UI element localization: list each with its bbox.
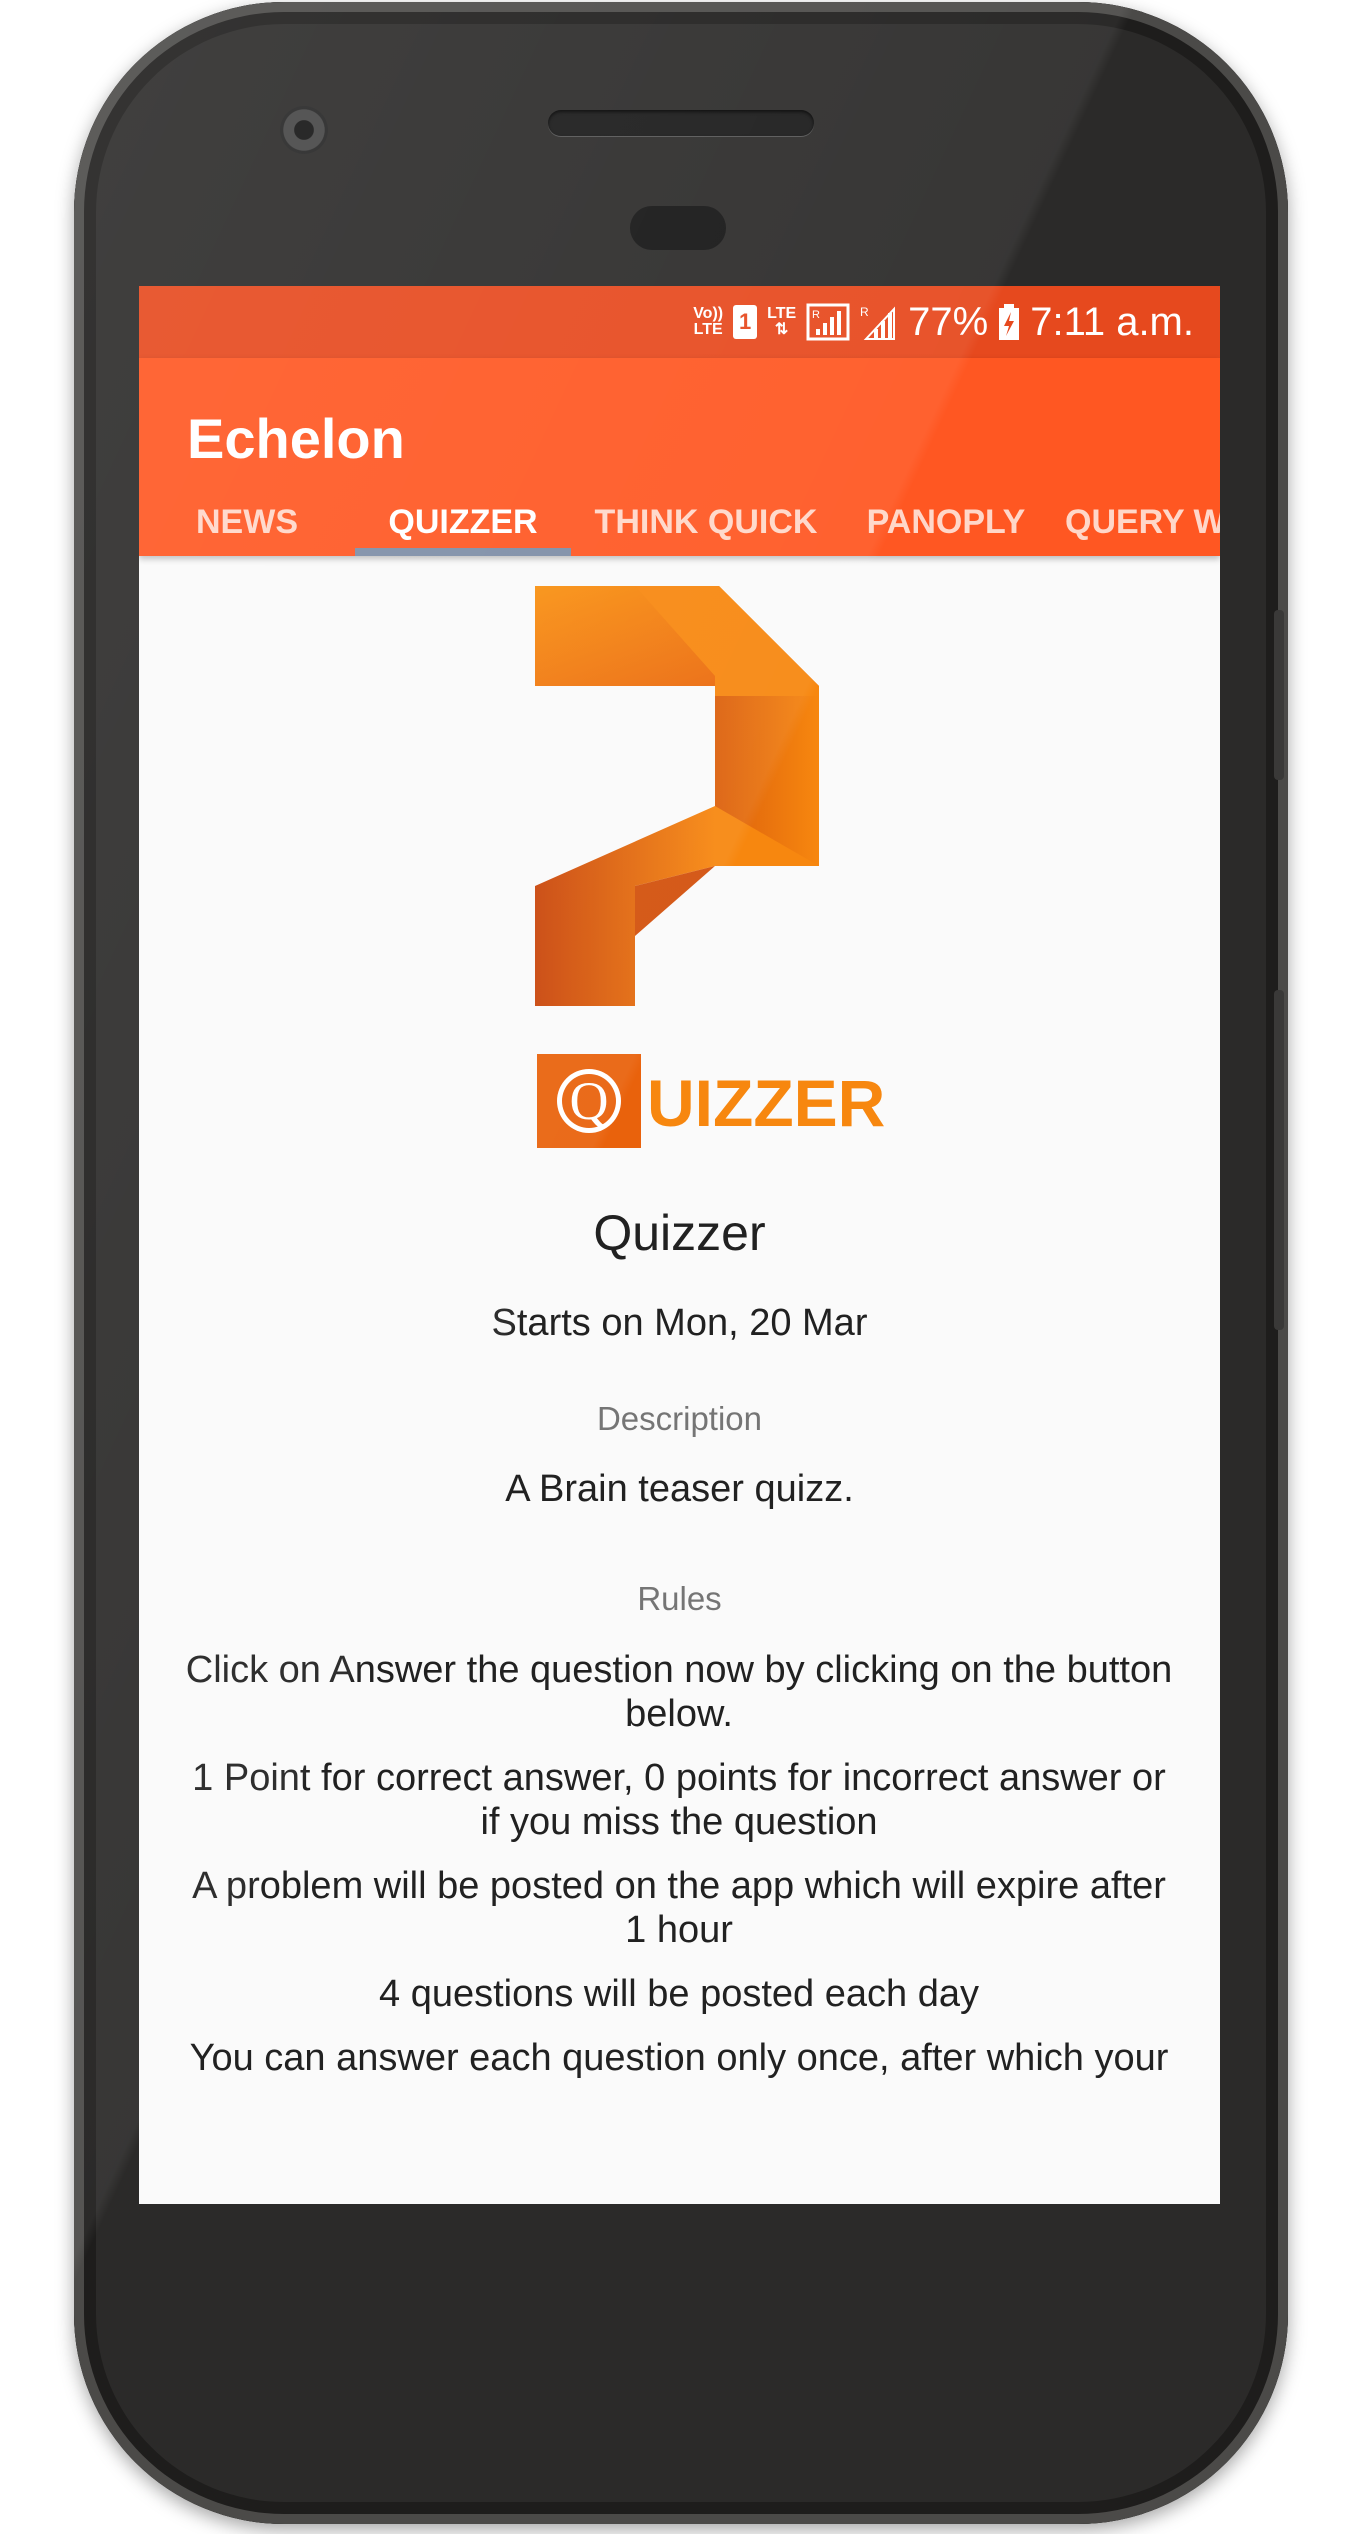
- tab-panoply[interactable]: PANOPLY: [841, 488, 1051, 556]
- quizzer-wordmark: Q UIZZER: [537, 1054, 917, 1153]
- rule-item: Click on Answer the question now by clic…: [185, 1649, 1173, 1735]
- screen: Vo)) LTE 1 LTE ⇅ R R 77% 7:11 a.m. Echel…: [139, 286, 1220, 2204]
- tab-think-quick[interactable]: THINK QUICK: [571, 488, 841, 556]
- power-button: [1274, 610, 1284, 780]
- volte-indicator: Vo)) LTE: [693, 306, 723, 338]
- rule-item: 1 Point for correct answer, 0 points for…: [192, 1757, 1166, 1843]
- svg-text:R: R: [860, 305, 869, 319]
- data-arrows-icon: ⇅: [774, 321, 789, 338]
- description-label: Description: [596, 1400, 763, 1437]
- tab-bar[interactable]: NEWS QUIZZER THINK QUICK PANOPLY QUERY W…: [139, 358, 1220, 556]
- earpiece-speaker: [548, 110, 814, 136]
- svg-text:Q: Q: [570, 1071, 609, 1131]
- status-bar: Vo)) LTE 1 LTE ⇅ R R 77% 7:11 a.m.: [139, 286, 1220, 358]
- rules-list: Click on Answer the question now by clic…: [179, 1648, 1179, 2100]
- battery-charging-icon: [999, 304, 1020, 340]
- sim-icon: 1: [733, 305, 758, 339]
- clock-time: 7:11 a.m.: [1030, 299, 1194, 344]
- tab-indicator: [355, 548, 571, 556]
- lte-text: LTE: [767, 305, 797, 322]
- signal-sim2-icon: R: [860, 305, 896, 340]
- volume-button: [1274, 990, 1284, 1330]
- volte-top-text: Vo)): [693, 305, 724, 322]
- app-bar: Echelon NEWS QUIZZER THINK QUICK PANOPLY…: [139, 358, 1220, 556]
- rule-item: 4 questions will be posted each day: [379, 1973, 979, 2015]
- tab-quizzer[interactable]: QUIZZER: [355, 488, 571, 556]
- proximity-sensor: [630, 206, 726, 250]
- event-start-date: Starts on Mon, 20 Mar: [491, 1302, 868, 1344]
- rules-label: Rules: [637, 1580, 722, 1617]
- rule-item: You can answer each question only once, …: [189, 2037, 1169, 2079]
- lte-indicator: LTE ⇅: [767, 306, 796, 338]
- svg-text:R: R: [812, 309, 820, 321]
- signal-sim1-icon: R: [806, 303, 850, 341]
- event-details: Q UIZZER Quizzer Starts on Mon, 20 Mar D…: [139, 556, 1220, 2204]
- battery-percent: 77%: [908, 299, 989, 344]
- event-description: A Brain teaser quizz.: [505, 1468, 854, 1510]
- event-title: Quizzer: [593, 1205, 766, 1261]
- front-camera-icon: [280, 106, 328, 154]
- svg-text:UIZZER: UIZZER: [647, 1066, 885, 1140]
- volte-bottom-text: LTE: [693, 321, 723, 338]
- tab-query-wiz[interactable]: QUERY WIZ: [1051, 488, 1220, 556]
- rule-item: A problem will be posted on the app whic…: [192, 1865, 1166, 1951]
- tab-news[interactable]: NEWS: [139, 488, 355, 556]
- quizzer-logo-mark-icon: [535, 586, 819, 1006]
